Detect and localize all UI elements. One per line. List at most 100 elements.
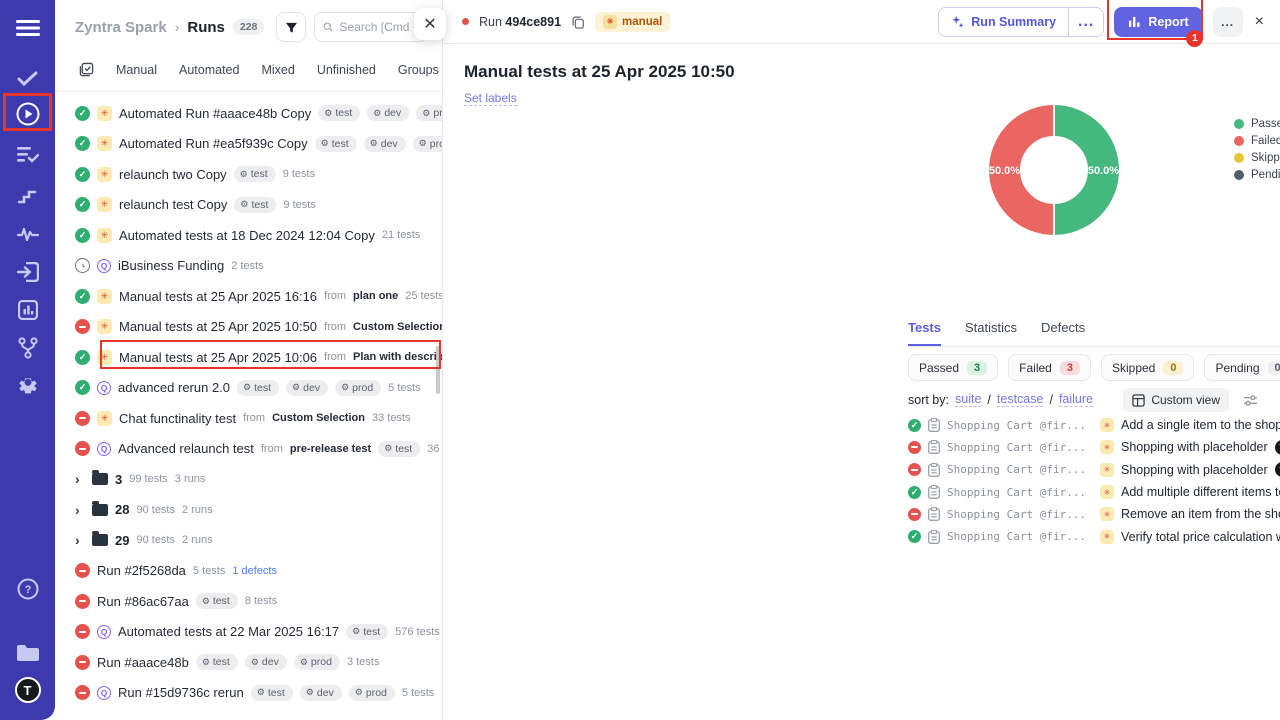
spark-run-icon: ✳: [97, 289, 112, 304]
runs-tab-unfinished[interactable]: Unfinished: [317, 63, 376, 77]
run-summary-button[interactable]: Run Summary: [939, 8, 1068, 36]
tab-tests[interactable]: Tests: [908, 320, 941, 346]
test-case-icon: [928, 507, 940, 521]
run-row[interactable]: Run #2f5268da5 tests1 defects: [75, 556, 442, 587]
legend-item: Failed: [1234, 135, 1280, 147]
detail-tabs: Tests Statistics Defects: [908, 320, 1280, 347]
filter-failed[interactable]: Failed 3: [1008, 354, 1091, 381]
env-tag: ⚙prod: [294, 654, 340, 670]
from-label: from: [324, 351, 346, 363]
test-result-row[interactable]: Shopping Cart @fir...✳Add a single item …: [908, 414, 1280, 436]
spark-run-icon: ✳: [97, 136, 112, 151]
run-row-title: Chat functinality test: [119, 411, 236, 426]
group-runs-count: 2 runs: [182, 504, 213, 516]
run-row[interactable]: ✳Chat functinality testfromCustom Select…: [75, 403, 442, 434]
report-button-wrap: Report 1: [1114, 7, 1202, 37]
help-icon[interactable]: ?: [0, 574, 55, 604]
run-row[interactable]: ✳Manual tests at 25 Apr 2025 16:16frompl…: [75, 281, 442, 312]
legend-item: Skipped: [1234, 152, 1280, 164]
run-row[interactable]: QAdvanced relaunch testfrompre-release t…: [75, 434, 442, 465]
sliders-icon[interactable]: [1243, 394, 1258, 407]
run-row[interactable]: QAutomated tests at 22 Mar 2025 16:17⚙te…: [75, 617, 442, 648]
chevron-right-icon[interactable]: ›: [75, 471, 85, 487]
gear-icon: ⚙: [324, 108, 332, 119]
menu-icon[interactable]: [0, 13, 55, 43]
gear-icon: ⚙: [257, 687, 265, 698]
runs-search-input[interactable]: [339, 20, 419, 34]
topbar-actions: Run Summary ... Report 1 ... ×: [938, 7, 1266, 37]
test-result-row[interactable]: Shopping Cart @fir...✳Shopping with plac…: [908, 459, 1280, 481]
run-row[interactable]: QiBusiness Funding2 tests: [75, 251, 442, 282]
tab-statistics[interactable]: Statistics: [965, 320, 1017, 346]
projects-folder-icon[interactable]: [0, 638, 55, 668]
test-suite-name: Shopping Cart @fir...: [947, 508, 1093, 521]
passed-status-icon: [75, 380, 90, 395]
run-group-row[interactable]: › 3 99 tests 3 runs: [75, 464, 442, 495]
select-all-icon[interactable]: [79, 62, 94, 77]
run-row[interactable]: Run #aaace48b⚙test⚙dev⚙prod3 tests: [75, 647, 442, 678]
reports-icon[interactable]: [0, 295, 55, 325]
filter-count: 3: [1060, 361, 1080, 375]
gear-icon[interactable]: [0, 371, 55, 401]
chevron-right-icon[interactable]: ›: [75, 502, 85, 518]
run-tests-count: 9 tests: [283, 168, 315, 180]
branch-icon[interactable]: [0, 333, 55, 363]
close-panel-button[interactable]: ✕: [414, 8, 446, 40]
runs-tab-groups[interactable]: Groups: [398, 63, 439, 77]
close-detail-button[interactable]: ×: [1253, 13, 1266, 31]
run-row[interactable]: Run #86ac67aa⚙test8 tests: [75, 586, 442, 617]
breadcrumb-project[interactable]: Zyntra Spark: [75, 19, 167, 36]
activity-icon[interactable]: [0, 219, 55, 249]
test-result-row[interactable]: Shopping Cart @fir...✳Remove an item fro…: [908, 503, 1280, 525]
run-row-title: Manual tests at 25 Apr 2025 10:06: [119, 350, 317, 365]
steps-icon[interactable]: [0, 181, 55, 211]
filter-button[interactable]: [276, 12, 306, 42]
test-result-row[interactable]: Shopping Cart @fir...✳Verify total price…: [908, 525, 1280, 547]
bar-chart-icon: [1128, 15, 1141, 28]
tab-defects[interactable]: Defects: [1041, 320, 1085, 346]
run-row[interactable]: ✳Manual tests at 25 Apr 2025 10:06fromPl…: [75, 342, 442, 373]
run-row[interactable]: ✳Manual tests at 25 Apr 2025 10:50fromCu…: [75, 312, 442, 343]
test-result-row[interactable]: Shopping Cart @fir...✳Add multiple diffe…: [908, 481, 1280, 503]
detail-more-button[interactable]: ...: [1213, 7, 1243, 37]
chevron-right-icon[interactable]: ›: [75, 532, 85, 548]
run-row[interactable]: ✳Automated Run #aaace48b Copy⚙test⚙dev⚙p…: [75, 98, 442, 129]
test-title: Add a single item to the shopping cart: [1121, 418, 1280, 432]
filter-skipped[interactable]: Skipped 0: [1101, 354, 1195, 381]
test-result-row[interactable]: Shopping Cart @fir...✳Shopping with plac…: [908, 436, 1280, 458]
custom-view-button[interactable]: Custom view: [1123, 388, 1229, 412]
run-group-row[interactable]: › 28 90 tests 2 runs: [75, 495, 442, 526]
runs-search[interactable]: [314, 12, 428, 42]
run-row[interactable]: ✳Automated Run #ea5f939c Copy⚙test⚙dev⚙p…: [75, 129, 442, 160]
defects-link[interactable]: 1 defects: [232, 565, 277, 577]
runs-tab-mixed[interactable]: Mixed: [261, 63, 294, 77]
sort-by-failure[interactable]: failure: [1059, 392, 1093, 407]
run-row[interactable]: Qadvanced rerun 2.0⚙test⚙dev⚙prod5 tests: [75, 373, 442, 404]
test-case-icon: [928, 485, 940, 499]
run-summary-more-button[interactable]: ...: [1068, 8, 1103, 36]
run-row[interactable]: ✳Automated tests at 18 Dec 2024 12:04 Co…: [75, 220, 442, 251]
run-row-title: Manual tests at 25 Apr 2025 10:50: [119, 319, 317, 334]
set-labels-link[interactable]: Set labels: [464, 91, 517, 106]
run-group-row[interactable]: › 29 90 tests 2 runs: [75, 525, 442, 556]
runs-tab-manual[interactable]: Manual: [116, 63, 157, 77]
filter-pending[interactable]: Pending 0: [1204, 354, 1280, 381]
run-row[interactable]: QRun #15d9736c rerun⚙test⚙dev⚙prod5 test…: [75, 678, 442, 709]
runs-panel: Zyntra Spark › Runs 228 ✕ ManualAutomate…: [55, 0, 443, 720]
run-row[interactable]: ✳relaunch test Copy⚙test9 tests: [75, 190, 442, 221]
checks-icon[interactable]: [0, 64, 55, 94]
user-avatar[interactable]: T: [0, 676, 55, 704]
play-icon[interactable]: [0, 99, 55, 129]
sort-by-suite[interactable]: suite: [955, 392, 981, 407]
sign-in-icon[interactable]: [0, 257, 55, 287]
env-tag: ⚙test: [251, 685, 293, 701]
clock-icon: [75, 258, 90, 273]
sort-by-testcase[interactable]: testcase: [997, 392, 1044, 407]
test-runs-icon[interactable]: [0, 140, 55, 170]
filter-passed[interactable]: Passed 3: [908, 354, 998, 381]
copy-run-id-button[interactable]: [571, 15, 585, 29]
test-title: Verify total price calculation with deci…: [1121, 530, 1280, 544]
runs-tab-automated[interactable]: Automated: [179, 63, 239, 77]
scrollbar-thumb[interactable]: [436, 346, 440, 394]
run-row[interactable]: ✳relaunch two Copy⚙test9 tests: [75, 159, 442, 190]
